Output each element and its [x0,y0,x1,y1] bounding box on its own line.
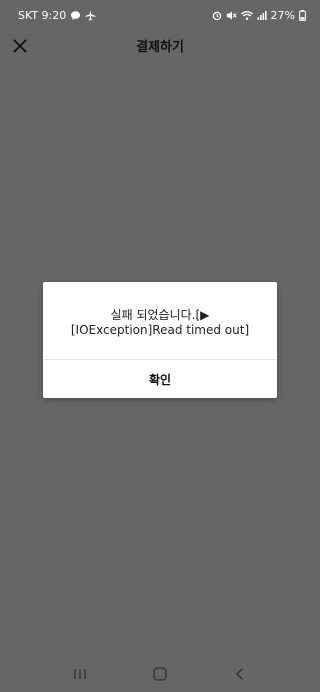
header: 결제하기 [0,30,320,62]
battery-icon [299,9,306,21]
status-left: SKT 9:20 [18,9,96,22]
carrier-time: SKT 9:20 [18,8,67,22]
signal-icon [257,10,267,20]
wifi-icon [240,10,253,21]
confirm-button[interactable]: 확인 [43,360,277,398]
chat-bubble-icon [70,10,81,21]
status-bar: SKT 9:20 27% [0,0,320,30]
mute-icon [226,10,237,21]
status-right: 27% [212,9,306,22]
recent-apps-button[interactable] [60,658,100,690]
back-button[interactable] [220,658,260,690]
alarm-icon [212,10,222,21]
home-icon [152,666,168,682]
home-button[interactable] [140,658,180,690]
page-title: 결제하기 [136,40,184,55]
error-dialog: 실패 되었습니다.[▶ [IOException]Read timed out]… [43,282,277,398]
dialog-message: 실패 되었습니다.[▶ [IOException]Read timed out] [70,308,250,337]
navigation-bar [0,656,320,692]
back-icon [234,667,246,681]
airplane-icon [85,9,96,21]
recent-apps-icon [73,667,87,681]
battery-percent: 27% [270,8,295,22]
